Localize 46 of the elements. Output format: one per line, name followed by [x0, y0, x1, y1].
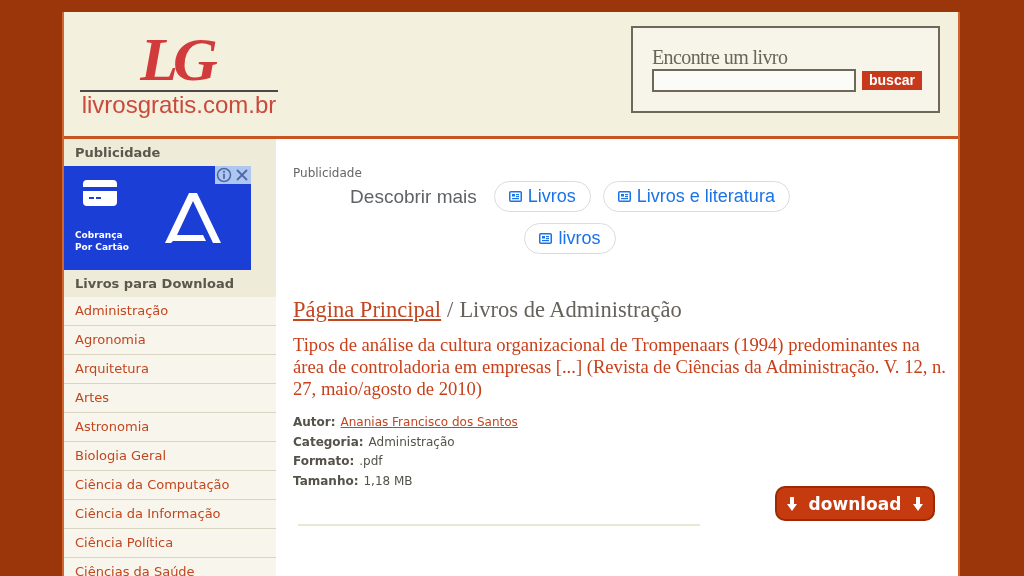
info-icon[interactable]	[215, 166, 233, 184]
category-link[interactable]: Ciência Política	[64, 529, 276, 558]
logo-wordmark[interactable]: livrosgratis.com.br	[81, 92, 277, 118]
newspaper-icon	[508, 191, 522, 202]
down-arrow-icon	[913, 496, 924, 511]
close-icon[interactable]	[233, 166, 251, 184]
detail-value: 1,18 MB	[363, 472, 413, 490]
ad-label: Publicidade	[293, 165, 362, 181]
triangle-logo-icon	[163, 193, 223, 243]
credit-card-icon	[83, 180, 117, 206]
detail-label: Formato:	[293, 453, 355, 470]
detail-value: .pdf	[359, 453, 383, 470]
search-label: Encontre um livro	[652, 45, 788, 69]
category-link[interactable]: Ciência da Computação	[64, 471, 276, 500]
detail-label: Autor:	[293, 414, 336, 431]
breadcrumb-link[interactable]: Página Principal	[293, 296, 442, 324]
detail-label: Tamanho:	[293, 472, 359, 490]
breadcrumb-separator: /	[447, 296, 454, 324]
logo-mark[interactable]: LG	[140, 30, 218, 88]
sidebar-heading: Publicidade	[74, 144, 161, 162]
discover-label: Descobrir mais	[350, 185, 477, 208]
ad-banner[interactable]: Cobrança Por Cartão	[64, 166, 251, 270]
category-link[interactable]: Biologia Geral	[64, 442, 276, 471]
category-link[interactable]: Artes	[64, 384, 276, 413]
book-title: Tipos de análise da cultura organizacional de Trompenaars (1994) predominantes na área de controladoria em empresas [...] (Revista de Ciências da Administração. V. 12, n. 27, maio/agosto de 2010)	[293, 334, 947, 400]
detail-label: Categoria:	[293, 433, 364, 451]
category-link[interactable]: Ciências da Saúde	[64, 558, 276, 576]
breadcrumb-current: Livros de Administração	[459, 296, 682, 324]
category-link[interactable]: Astronomia	[64, 413, 276, 442]
category-link[interactable]: Ciência da Informação	[64, 500, 276, 529]
category-link[interactable]: Administração	[64, 297, 276, 326]
download-button[interactable]: download	[775, 486, 935, 521]
sidebar-heading: Livros para Download	[74, 275, 235, 293]
category-link[interactable]: Arquitetura	[64, 355, 276, 384]
down-arrow-icon	[786, 496, 797, 511]
topic-chip[interactable]: Livros e literatura	[602, 181, 790, 212]
ad-caption: Cobrança Por Cartão	[75, 229, 131, 253]
newspaper-icon	[617, 191, 631, 202]
author-link[interactable]: Ananias Francisco dos Santos	[340, 413, 518, 433]
topic-chip[interactable]: livros	[524, 223, 616, 254]
detail-value: Administração	[368, 433, 455, 451]
search-button[interactable]: buscar	[862, 71, 922, 90]
search-field[interactable]	[652, 69, 856, 92]
category-link[interactable]: Agronomia	[64, 326, 276, 355]
topic-chip[interactable]: Livros	[493, 181, 591, 212]
newspaper-icon	[539, 233, 553, 244]
